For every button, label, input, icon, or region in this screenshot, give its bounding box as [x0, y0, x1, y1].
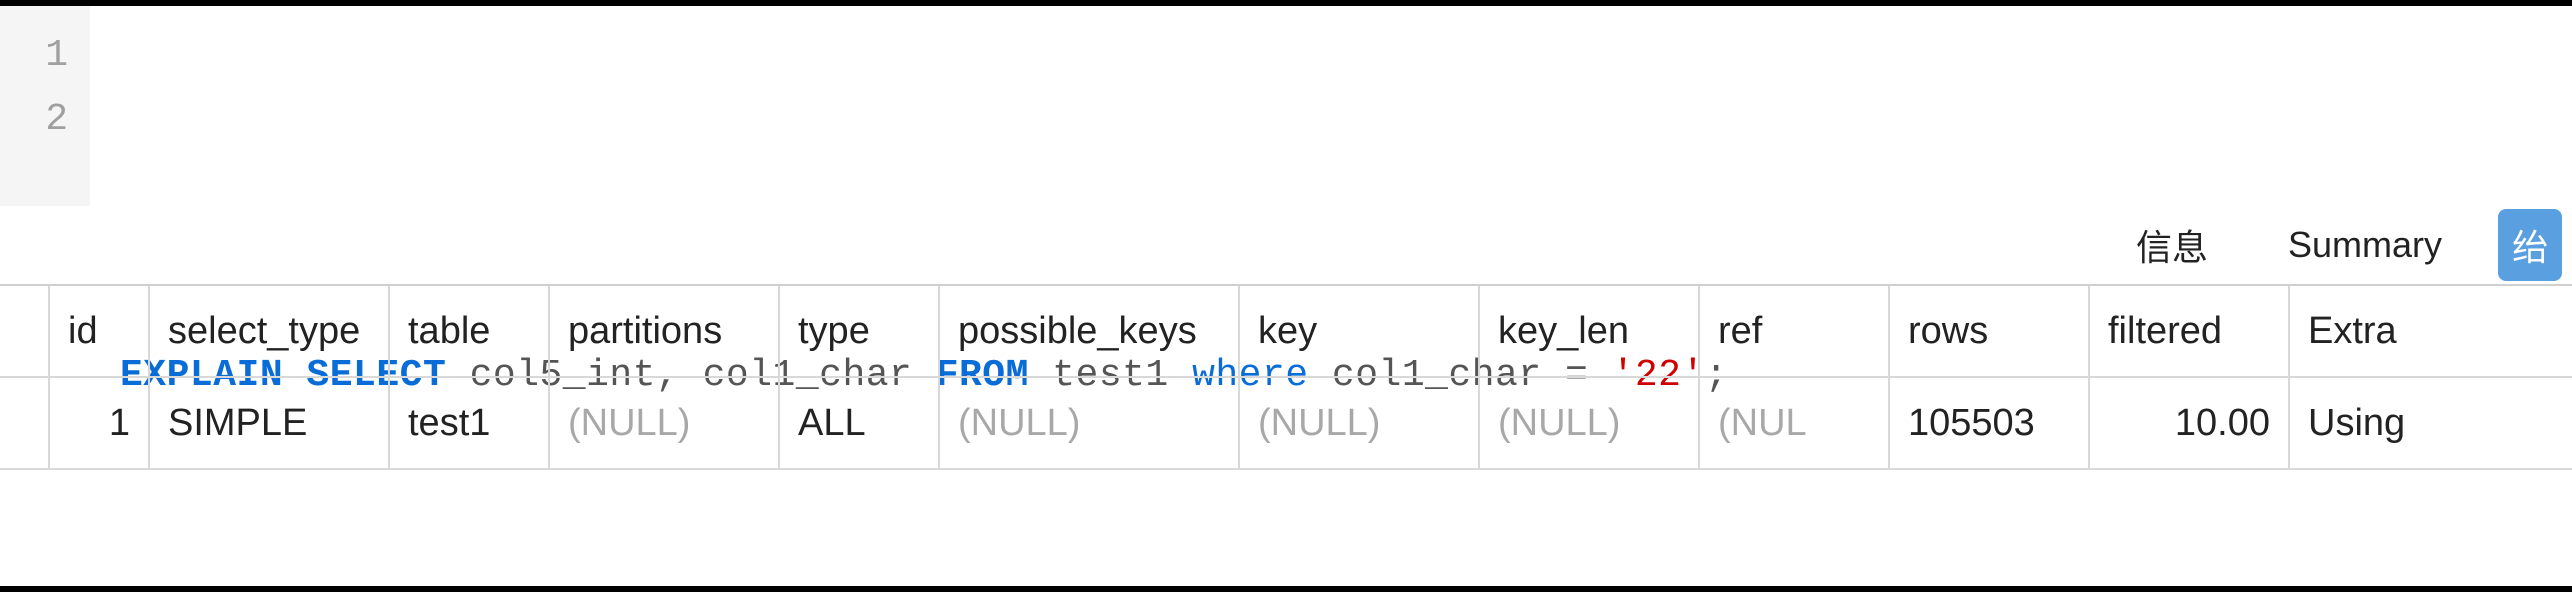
cell-partitions[interactable]: (NULL): [550, 378, 780, 470]
cell-blank[interactable]: [0, 378, 50, 470]
cell-key[interactable]: (NULL): [1240, 378, 1480, 470]
sql-editor[interactable]: 1 2 EXPLAIN SELECT col5_int, col1_char F…: [0, 6, 2572, 206]
col-header-id[interactable]: id: [50, 286, 150, 378]
cell-key-len[interactable]: (NULL): [1480, 378, 1700, 470]
cell-table[interactable]: test1: [390, 378, 550, 470]
code-line-1: [120, 152, 2572, 216]
col-header-rows[interactable]: rows: [1890, 286, 2090, 378]
result-table: id select_type table partitions type pos…: [0, 286, 2572, 470]
col-header-select-type[interactable]: select_type: [150, 286, 390, 378]
tab-action-button[interactable]: 绐: [2498, 209, 2562, 281]
col-header-table[interactable]: table: [390, 286, 550, 378]
line-number: 2: [0, 88, 68, 152]
col-header-type[interactable]: type: [780, 286, 940, 378]
line-number: 1: [0, 24, 68, 88]
line-gutter: 1 2: [0, 6, 90, 206]
col-header-filtered[interactable]: filtered: [2090, 286, 2290, 378]
cell-type[interactable]: ALL: [780, 378, 940, 470]
tab-info[interactable]: 信息: [2096, 219, 2248, 271]
col-header-key-len[interactable]: key_len: [1480, 286, 1700, 378]
tab-summary[interactable]: Summary: [2248, 224, 2482, 266]
code-area[interactable]: EXPLAIN SELECT col5_int, col1_char FROM …: [90, 6, 2572, 206]
cell-extra[interactable]: Using: [2290, 378, 2572, 470]
col-header-key[interactable]: key: [1240, 286, 1480, 378]
cell-id[interactable]: 1: [50, 378, 150, 470]
col-header-partitions[interactable]: partitions: [550, 286, 780, 378]
col-header-possible-keys[interactable]: possible_keys: [940, 286, 1240, 378]
cell-select-type[interactable]: SIMPLE: [150, 378, 390, 470]
col-header-extra[interactable]: Extra: [2290, 286, 2572, 378]
cell-ref[interactable]: (NUL: [1700, 378, 1890, 470]
cell-possible-keys[interactable]: (NULL): [940, 378, 1240, 470]
col-header-blank[interactable]: [0, 286, 50, 378]
col-header-ref[interactable]: ref: [1700, 286, 1890, 378]
cell-filtered[interactable]: 10.00: [2090, 378, 2290, 470]
cell-rows[interactable]: 105503: [1890, 378, 2090, 470]
